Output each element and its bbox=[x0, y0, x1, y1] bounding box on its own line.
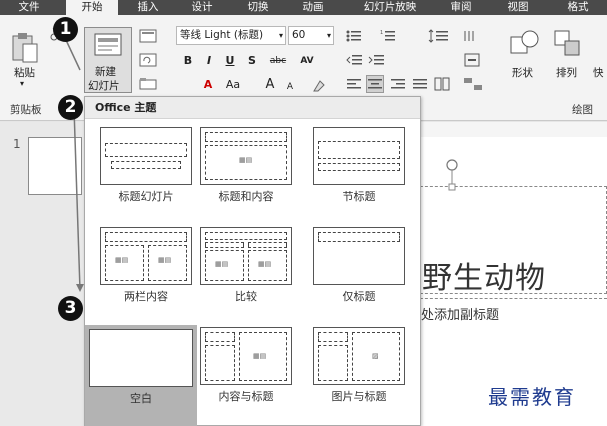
step-badge-3: 3 bbox=[58, 296, 83, 321]
step-arrows bbox=[65, 39, 84, 292]
step-badge-2: 2 bbox=[58, 95, 83, 120]
step-badge-1: 1 bbox=[53, 17, 78, 42]
watermark: 最需教育 bbox=[488, 385, 576, 409]
